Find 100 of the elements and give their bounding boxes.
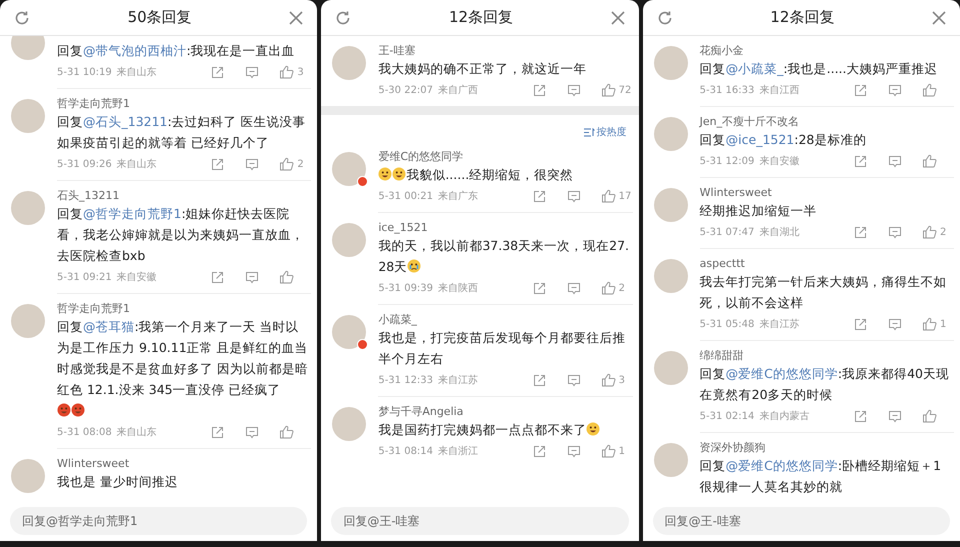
like-icon[interactable] xyxy=(922,83,937,97)
like-icon[interactable] xyxy=(279,157,294,171)
share-icon[interactable] xyxy=(211,66,224,78)
reply-input[interactable]: 回复@王-哇塞 xyxy=(652,507,950,535)
timestamp: 5-31 16:33 xyxy=(700,84,754,98)
comment-icon[interactable] xyxy=(245,158,260,170)
location-text: 来自江苏 xyxy=(438,374,478,388)
location-text: 来自陕西 xyxy=(438,282,478,296)
comment-icon[interactable] xyxy=(566,190,581,202)
user-name[interactable]: 小疏菜_ xyxy=(378,313,633,327)
comment-icon[interactable] xyxy=(566,444,581,458)
comment-text: 我的天，我以前都37.38天来一次，现在27.28天 xyxy=(378,237,630,276)
user-name[interactable]: 爱维C的悠悠同学 xyxy=(378,150,633,164)
refresh-icon[interactable] xyxy=(656,10,673,26)
like-count: 72 xyxy=(618,84,632,98)
share-icon[interactable] xyxy=(532,84,546,96)
comment-icon[interactable] xyxy=(245,270,260,284)
emoji-icon xyxy=(57,403,71,417)
share-icon[interactable] xyxy=(532,374,546,386)
like-icon[interactable] xyxy=(600,444,616,458)
mention-link[interactable]: @ice_1521 xyxy=(726,132,794,147)
location-text: 来自内蒙古 xyxy=(759,410,810,424)
panel-title: 12条回复 xyxy=(448,7,514,28)
comment-icon[interactable] xyxy=(566,84,581,96)
mention-link[interactable]: @小疏菜_ xyxy=(726,61,784,76)
like-icon[interactable] xyxy=(279,65,294,79)
user-name[interactable]: 绵绵甜甜 xyxy=(700,349,954,363)
user-name[interactable]: 资深外协颜狗 xyxy=(700,441,954,455)
timestamp: 5-31 00:21 xyxy=(378,190,434,204)
comment-icon[interactable] xyxy=(245,66,260,78)
comment-text: 回复@苍耳猫:我第一个月来了一天 当时以为是工作压力 9.10.11正常 且是鲜红的血当时感觉我是不是贫血好多了 因为以前都是暗红色 12.1.没来 345一直没停 已经疯了 xyxy=(57,316,312,421)
share-icon[interactable] xyxy=(854,410,867,422)
location-text: 来自安徽 xyxy=(759,154,800,168)
user-name[interactable]: 梦与千寻Angelia xyxy=(378,405,633,419)
comment-icon[interactable] xyxy=(566,282,581,294)
location-text: 来自浙江 xyxy=(438,444,478,458)
user-name[interactable]: aspecttt xyxy=(700,257,954,271)
like-icon[interactable] xyxy=(922,154,937,168)
share-icon[interactable] xyxy=(532,444,546,458)
mention-link[interactable]: @爱维C的悠悠同学 xyxy=(726,366,838,381)
comment-text: 我也是 量少时间推迟 xyxy=(57,473,179,491)
user-name[interactable]: Wlintersweet xyxy=(700,186,954,200)
share-icon[interactable] xyxy=(854,154,867,168)
user-name[interactable]: Jen_不瘦十斤不改名 xyxy=(700,115,954,129)
timestamp: 5-31 05:48 xyxy=(700,318,754,332)
timestamp: 5-31 09:21 xyxy=(57,270,112,284)
comment-icon[interactable] xyxy=(888,410,902,422)
mention-link[interactable]: @带气泡的西柚汁 xyxy=(83,43,186,58)
share-icon[interactable] xyxy=(211,426,224,438)
share-icon[interactable] xyxy=(211,270,224,284)
close-icon[interactable] xyxy=(610,10,625,24)
refresh-icon[interactable] xyxy=(14,10,30,26)
reply-input[interactable]: 回复@王-哇塞 xyxy=(331,507,629,535)
like-icon[interactable] xyxy=(600,83,616,97)
timestamp: 5-31 10:19 xyxy=(57,66,112,80)
comment-text: 我大姨妈的确不正常了，就这近一年 xyxy=(378,60,588,78)
share-icon[interactable] xyxy=(854,318,867,330)
mention-link[interactable]: @苍耳猫 xyxy=(83,319,134,334)
share-icon[interactable] xyxy=(211,158,224,170)
like-icon[interactable] xyxy=(600,373,616,387)
user-name[interactable]: 石头_13211 xyxy=(57,189,312,203)
like-icon[interactable] xyxy=(922,409,937,423)
like-icon[interactable] xyxy=(279,270,294,284)
like-icon[interactable] xyxy=(279,425,294,439)
user-name[interactable]: ice_1521 xyxy=(378,221,633,235)
reply-input[interactable]: 回复@哲学走向荒野1 xyxy=(10,507,308,535)
timestamp: 5-31 12:09 xyxy=(700,154,754,168)
user-name[interactable]: 王-哇塞 xyxy=(378,44,633,58)
close-icon[interactable] xyxy=(289,10,304,24)
comment-icon[interactable] xyxy=(566,374,581,386)
comment-icon[interactable] xyxy=(888,154,902,168)
mention-link[interactable]: @爱维C的悠悠同学 xyxy=(726,458,838,473)
share-icon[interactable] xyxy=(854,226,867,238)
comment-icon[interactable] xyxy=(888,318,902,330)
like-icon[interactable] xyxy=(600,189,616,203)
user-name[interactable]: 哲学走向荒野1 xyxy=(57,302,312,316)
user-name[interactable]: Wlintersweet xyxy=(57,457,312,471)
mention-link[interactable]: @石头_13211 xyxy=(83,114,168,129)
location-text: 来自山东 xyxy=(116,66,157,80)
like-icon[interactable] xyxy=(600,281,616,295)
refresh-icon[interactable] xyxy=(335,10,352,26)
comment-text: 回复@爱维C的悠悠同学:卧槽经期缩短＋1很规律一人莫名其妙的就 xyxy=(700,457,942,496)
comment-icon[interactable] xyxy=(245,426,260,438)
like-icon[interactable] xyxy=(922,317,937,331)
user-name[interactable]: 花痴小金 xyxy=(700,44,954,58)
share-icon[interactable] xyxy=(854,84,867,96)
emoji-icon xyxy=(586,422,600,436)
comment-icon[interactable] xyxy=(888,226,902,238)
user-name[interactable]: 哲学走向荒野1 xyxy=(57,97,312,111)
like-icon[interactable] xyxy=(922,225,937,239)
share-icon[interactable] xyxy=(532,282,546,294)
comment-icon[interactable] xyxy=(888,84,902,96)
avatar[interactable] xyxy=(332,315,366,349)
mention-link[interactable]: @哲学走向荒野1 xyxy=(83,206,182,221)
avatar[interactable] xyxy=(332,152,366,186)
sort-toggle[interactable]: 按热度 xyxy=(584,125,627,140)
close-icon[interactable] xyxy=(932,10,946,24)
timestamp: 5-30 22:07 xyxy=(378,84,434,98)
location-text: 来自广东 xyxy=(438,190,478,204)
share-icon[interactable] xyxy=(532,190,546,202)
